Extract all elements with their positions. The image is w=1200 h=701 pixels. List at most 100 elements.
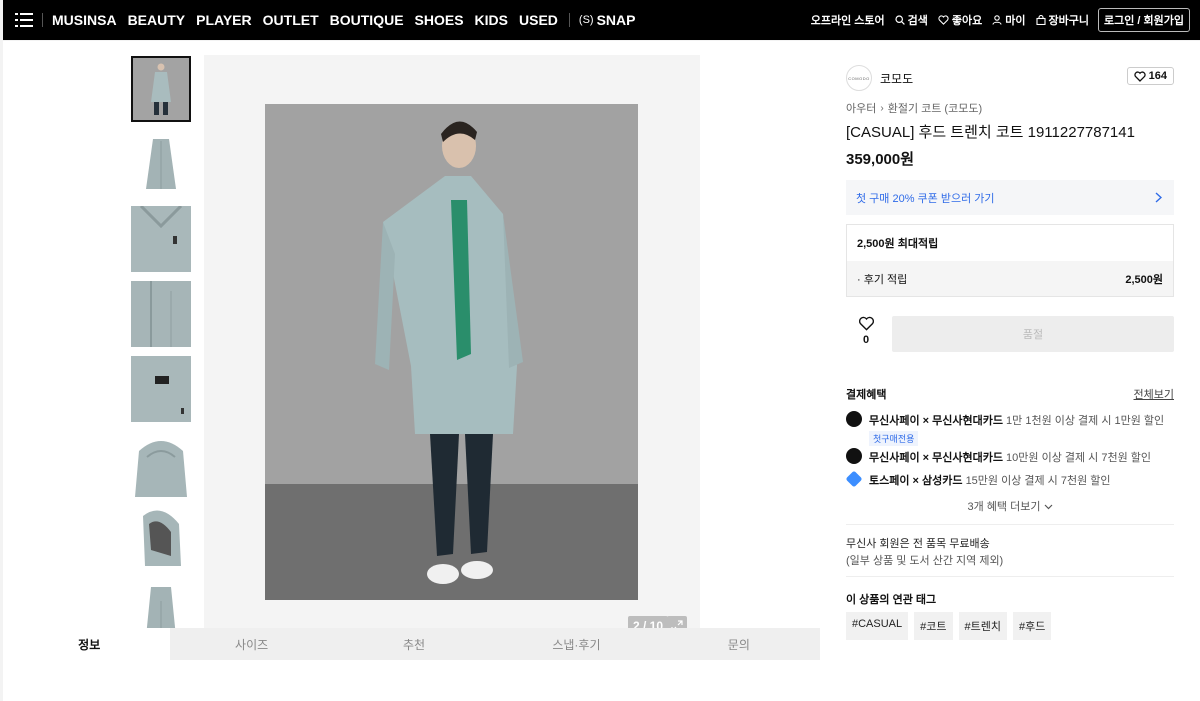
- my-label: 마이: [1005, 15, 1026, 27]
- section-divider: [846, 576, 1174, 577]
- likes-label: 좋아요: [951, 15, 983, 27]
- more-benefits-button[interactable]: 3개 혜택 더보기: [846, 498, 1174, 514]
- hyundai-card-icon: [846, 411, 862, 427]
- thumbnail-list: [131, 56, 191, 656]
- max-reward: 2,500원 최대적립: [857, 238, 939, 250]
- heart-icon: [858, 316, 874, 331]
- likes-link[interactable]: 좋아요: [938, 12, 982, 28]
- nav-link-shoes[interactable]: SHOES: [415, 12, 464, 28]
- view-all-benefits-link[interactable]: 전체보기: [1134, 386, 1174, 402]
- product-detail-panel: COMODO 코모도 164 아우터 › 환절기 코트 (코모도) [CASUA…: [834, 55, 1188, 657]
- heart-icon: [1133, 70, 1146, 82]
- tab-info[interactable]: 정보: [8, 628, 171, 660]
- benefit-item: 토스페이 × 삼성카드 15만원 이상 결제 시 7천원 할인: [845, 470, 1111, 488]
- nav-link-kids[interactable]: KIDS: [475, 12, 508, 28]
- review-reward-amount: 2,500원: [1125, 273, 1163, 286]
- benefit-brand: 무신사페이 × 무신사현대카드: [869, 415, 1003, 427]
- brand-like-button[interactable]: 164: [1126, 67, 1174, 85]
- thumbnail-image[interactable]: [131, 56, 191, 122]
- tab-size[interactable]: 사이즈: [170, 628, 332, 660]
- top-right-menu: 오프라인 스토어 검색 좋아요 마이 장바구니 로그인 / 회원가입: [801, 0, 1190, 40]
- wishlist-count: 0: [862, 334, 870, 346]
- brand-like-count: 164: [1148, 70, 1167, 82]
- soldout-button[interactable]: 품절: [892, 316, 1174, 352]
- product-title: [CASUAL] 후드 트렌치 코트 1911227787141: [846, 124, 1135, 141]
- tab-snap-review[interactable]: 스냅·후기: [495, 628, 657, 660]
- chevron-right-icon: [1155, 192, 1162, 203]
- benefit-brand: 무신사페이 × 무신사현대카드: [869, 452, 1003, 464]
- coat-collar-thumbnail: [131, 206, 191, 272]
- breadcrumb-category[interactable]: 아우터: [846, 100, 876, 116]
- product-price: 359,000원: [846, 151, 915, 168]
- heart-icon: [938, 15, 949, 25]
- brand-logo[interactable]: COMODO: [846, 65, 872, 91]
- thumbnail-image[interactable]: [131, 281, 191, 347]
- thumbnail-image[interactable]: [131, 431, 191, 497]
- brand-name[interactable]: 코모도: [880, 70, 913, 87]
- nav-link-boutique[interactable]: BOUTIQUE: [330, 12, 404, 28]
- review-reward-row: · 후기 적립 2,500원: [847, 261, 1173, 296]
- snap-badge: (S): [578, 14, 594, 26]
- tag-chip[interactable]: #후드: [1012, 612, 1052, 640]
- shopping-bag-icon: [1035, 15, 1046, 25]
- nav-link-snap[interactable]: (S) SNAP: [579, 12, 636, 28]
- coat-hood-collar-thumbnail: [131, 431, 191, 497]
- thumbnail-image[interactable]: [131, 206, 191, 272]
- tab-inquiry[interactable]: 문의: [658, 628, 820, 660]
- wishlist-button[interactable]: 0: [846, 316, 886, 352]
- tag-chip[interactable]: #CASUAL: [846, 612, 909, 640]
- hyundai-card-icon: [846, 448, 862, 464]
- chevron-down-icon: [1044, 504, 1052, 510]
- related-tags-title: 이 상품의 연관 태그: [846, 594, 937, 606]
- breadcrumb: 아우터 › 환절기 코트 (코모도): [846, 100, 982, 116]
- reward-box: 2,500원 최대적립 · 후기 적립 2,500원: [846, 224, 1174, 297]
- coupon-banner[interactable]: 첫 구매 20% 쿠폰 받으러 가기: [846, 180, 1174, 215]
- tag-chip[interactable]: #코트: [914, 612, 953, 640]
- coat-photo-thumbnail: [133, 58, 189, 120]
- model-wearing-coat-photo: [265, 104, 638, 600]
- thumbnail-image[interactable]: [131, 506, 191, 572]
- cart-link[interactable]: 장바구니: [1035, 12, 1089, 28]
- tag-chip[interactable]: #트렌치: [958, 612, 1007, 640]
- main-product-image[interactable]: [265, 104, 638, 600]
- shipping-exception-note: (일부 상품 및 도서 산간 지역 제외): [846, 555, 1004, 567]
- nav-link-used[interactable]: USED: [519, 12, 558, 28]
- thumbnail-image[interactable]: [131, 356, 191, 422]
- menu-icon[interactable]: [15, 13, 33, 27]
- first-purchase-badge: 첫구매전용: [869, 431, 919, 446]
- search-link[interactable]: 검색: [895, 12, 928, 28]
- login-signup-button[interactable]: 로그인 / 회원가입: [1097, 8, 1190, 32]
- coat-sleeve-thumbnail: [131, 281, 191, 347]
- toss-pay-icon: [845, 470, 863, 488]
- coat-front-thumbnail: [131, 131, 191, 197]
- cart-label: 장바구니: [1048, 15, 1089, 27]
- nav-link-player[interactable]: PLAYER: [196, 12, 252, 28]
- user-icon: [992, 15, 1002, 25]
- section-divider: [846, 524, 1174, 525]
- breadcrumb-subcategory[interactable]: 환절기 코트 (코모도): [888, 100, 982, 116]
- coupon-text: 첫 구매 20% 쿠폰 받으러 가기: [856, 192, 995, 205]
- coat-pocket-thumbnail: [131, 356, 191, 422]
- offline-store-link[interactable]: 오프라인 스토어: [811, 12, 885, 28]
- top-navigation-bar: MUSINSA BEAUTY PLAYER OUTLET BOUTIQUE SH…: [3, 0, 1200, 40]
- nav-link-musinsa[interactable]: MUSINSA: [52, 12, 117, 28]
- thumbnail-image[interactable]: [131, 131, 191, 197]
- search-label: 검색: [907, 15, 928, 27]
- brand-row: COMODO 코모도 164: [846, 65, 1174, 91]
- payment-benefits-title: 결제혜택: [846, 389, 887, 401]
- nav-divider: [568, 13, 570, 27]
- product-info-tabs: 정보 사이즈 추천 스냅·후기 문의: [8, 628, 820, 660]
- free-shipping-notice: 무신사 회원은 전 품목 무료배송: [846, 538, 990, 550]
- my-link[interactable]: 마이: [992, 12, 1026, 28]
- search-icon: [895, 15, 905, 25]
- benefit-desc: 10만원 이상 결제 시 7천원 할인: [1006, 452, 1151, 464]
- tab-recommend[interactable]: 추천: [333, 628, 495, 660]
- payment-benefits-header: 결제혜택 전체보기: [846, 386, 1174, 402]
- nav-link-beauty[interactable]: BEAUTY: [128, 12, 186, 28]
- benefit-brand: 토스페이 × 삼성카드: [869, 475, 963, 487]
- related-tags-list: #CASUAL #코트 #트렌치 #후드: [846, 612, 1057, 640]
- review-reward-label: · 후기 적립: [857, 273, 908, 286]
- nav-link-outlet[interactable]: OUTLET: [263, 12, 319, 28]
- nav-divider: [42, 13, 43, 27]
- nav-links: MUSINSA BEAUTY PLAYER OUTLET BOUTIQUE SH…: [52, 12, 569, 28]
